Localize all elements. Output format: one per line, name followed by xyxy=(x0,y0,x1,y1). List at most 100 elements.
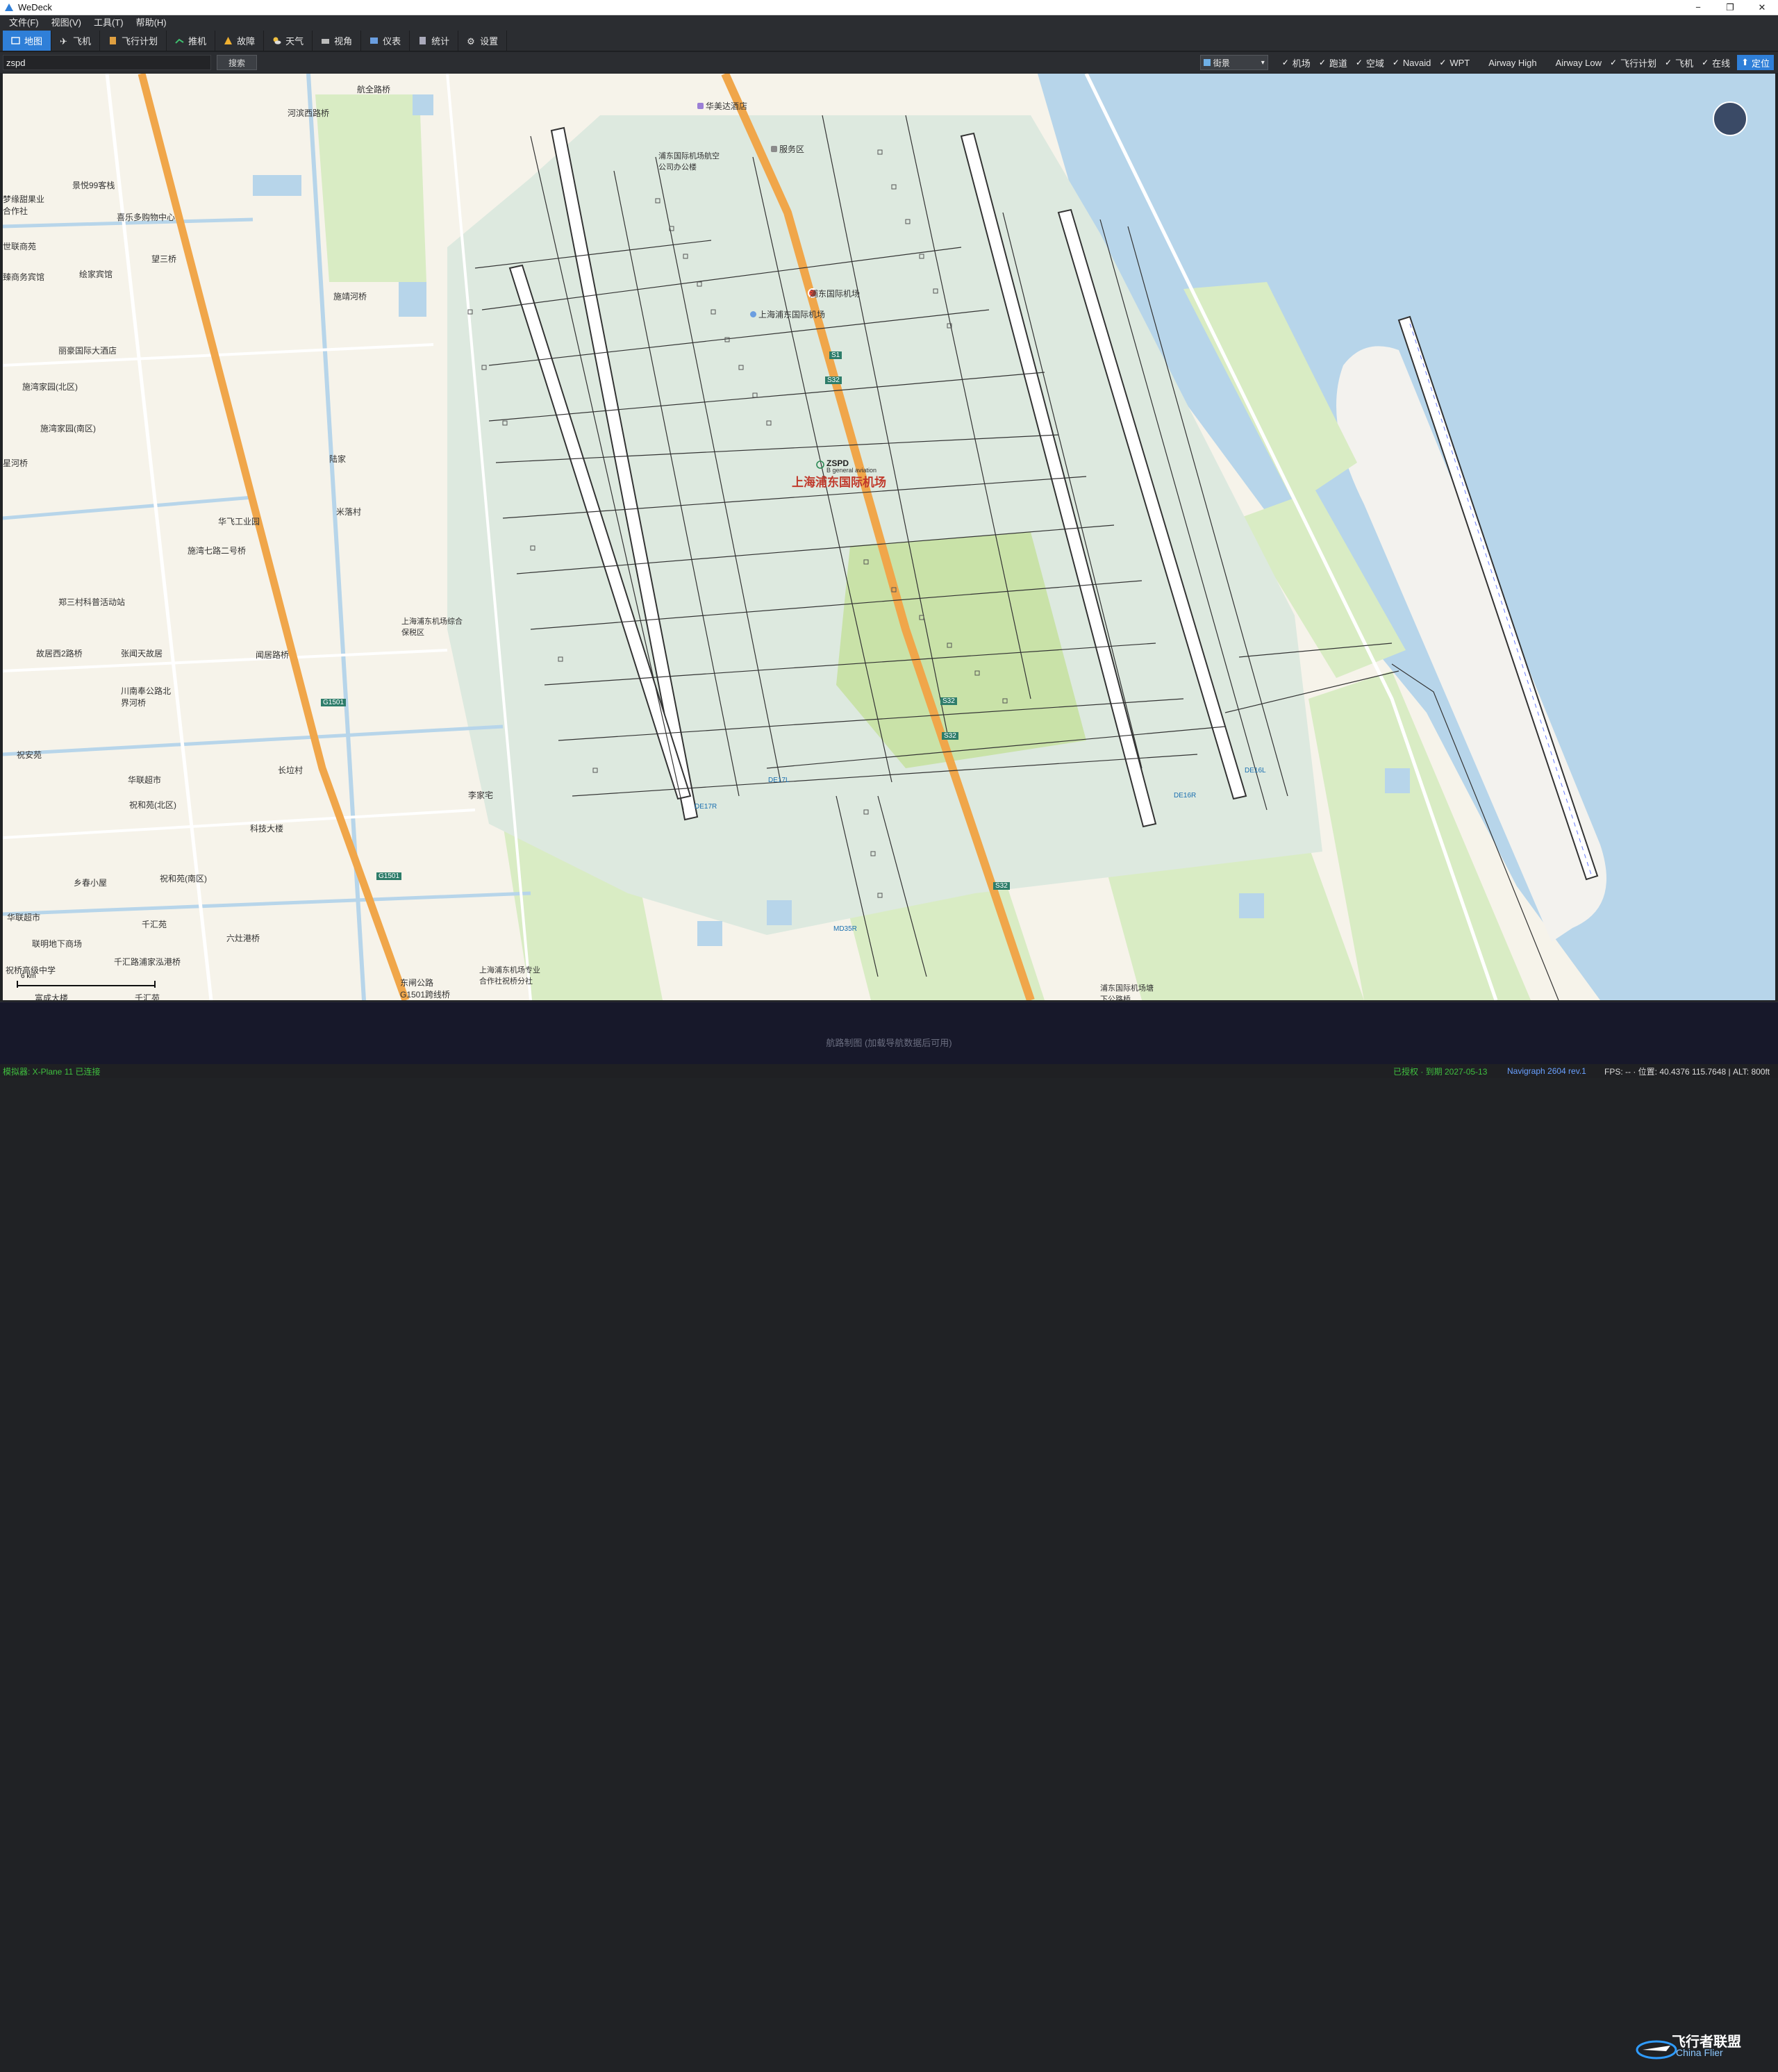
map-canvas[interactable] xyxy=(3,74,1775,1000)
place-label: 世联商苑 xyxy=(3,242,37,251)
tab-label: 设置 xyxy=(480,36,499,47)
tab-map[interactable]: 地图 xyxy=(3,31,52,51)
place-label: 六灶港桥 xyxy=(226,934,260,943)
place-label: 千汇路浦家泓港桥 xyxy=(114,957,181,967)
place-label: 施靖河桥 xyxy=(333,292,367,301)
place-label: 梦缘甜果业合作社 xyxy=(3,194,45,216)
layer-aircraft-checkbox[interactable]: ✓ 飞机 xyxy=(1665,56,1693,69)
river xyxy=(3,724,504,756)
poi-coop[interactable]: 上海浦东机场专业合作社祝桥分社 xyxy=(479,964,546,986)
place-label: 乡春小屋 xyxy=(74,878,108,888)
tab-weather[interactable]: 天气 xyxy=(264,31,313,51)
place-label: 施湾七路二号桥 xyxy=(188,546,247,556)
weather-icon xyxy=(272,36,281,45)
place-label: 东闸公路G1501跨线桥 xyxy=(400,978,451,1000)
place-label: 闻居路桥 xyxy=(256,650,290,660)
layer-online-checkbox[interactable]: ✓ 在线 xyxy=(1702,56,1730,69)
poi-airport[interactable]: 浦东国际机场 xyxy=(810,288,860,299)
tab-flightplan[interactable]: 飞行计划 xyxy=(100,31,167,51)
place-label: 星河桥 xyxy=(3,458,28,468)
tab-failures[interactable]: 故障 xyxy=(215,31,265,51)
fps-position: FPS: -- · 位置: 40.4376 115.7648 | ALT: 80… xyxy=(1604,1066,1770,1077)
check-icon: ✓ xyxy=(1610,58,1618,67)
layer-airway-low-checkbox[interactable]: Airway Low xyxy=(1545,58,1602,68)
menu-help[interactable]: 帮助(H) xyxy=(130,15,173,31)
layer-label: 机场 xyxy=(1292,58,1311,69)
layer-runway-checkbox[interactable]: ✓ 跑道 xyxy=(1319,56,1347,69)
road-shield: S32 xyxy=(942,732,958,740)
route-panel: 航路制图 (加载导航数据后可用) 飞行者联盟 China Flier xyxy=(0,1002,1778,2059)
place-label: 祝和苑(北区) xyxy=(129,800,176,810)
minimize-button[interactable]: − xyxy=(1682,0,1714,15)
basemap-select[interactable]: 街景 ▾ xyxy=(1199,55,1268,70)
maximize-button[interactable]: ❐ xyxy=(1714,0,1746,15)
hotel-icon xyxy=(697,103,704,109)
scale-tick xyxy=(17,981,18,988)
poi-service-area[interactable]: 服务区 xyxy=(771,143,804,155)
check-icon: ✓ xyxy=(1392,58,1399,67)
place-label: 长垃村 xyxy=(278,765,304,775)
route-hint: 航路制图 (加载导航数据后可用) xyxy=(826,1038,952,1048)
poi-bridge[interactable]: 浦东国际机场塘下公路桥 xyxy=(1100,982,1156,1000)
check-icon: ✓ xyxy=(1439,58,1447,67)
layer-flightplan-checkbox[interactable]: ✓ 飞行计划 xyxy=(1610,56,1656,69)
menu-bar: 文件(F) 视图(V) 工具(T) 帮助(H) xyxy=(0,15,1778,31)
layer-wpt-checkbox[interactable]: ✓ WPT xyxy=(1439,58,1470,68)
place-label: 张闻天故居 xyxy=(121,649,163,658)
river xyxy=(3,891,531,916)
place-label: 川南奉公路北界河桥 xyxy=(121,686,172,708)
place-label: 河滨西路桥 xyxy=(288,108,330,118)
menu-tools[interactable]: 工具(T) xyxy=(88,15,130,31)
search-input[interactable] xyxy=(3,55,211,70)
compass-icon[interactable] xyxy=(1713,101,1747,136)
service-icon xyxy=(771,146,777,152)
menu-view[interactable]: 视图(V) xyxy=(45,15,88,31)
tab-instruments[interactable]: 仪表 xyxy=(361,31,410,51)
tab-settings[interactable]: ⚙ 设置 xyxy=(458,31,508,51)
poi-bonded-zone[interactable]: 上海浦东机场综合保税区 xyxy=(401,615,464,638)
close-button[interactable]: ✕ xyxy=(1746,0,1778,15)
locate-label: 定位 xyxy=(1751,58,1770,69)
tab-aircraft[interactable]: ✈ 飞机 xyxy=(51,31,101,51)
menu-file[interactable]: 文件(F) xyxy=(3,15,45,31)
poi-office[interactable]: 浦东国际机场航空公司办公楼 xyxy=(658,150,721,172)
place-label: 科技大楼 xyxy=(250,824,284,834)
pond xyxy=(1385,768,1410,793)
road-shield: G1501 xyxy=(376,872,402,880)
title-bar: WeDeck − ❐ ✕ xyxy=(0,0,1778,15)
place-label: 陆家 xyxy=(329,454,347,464)
locate-button[interactable]: ⬆ 定位 xyxy=(1737,55,1774,70)
layer-label: 飞机 xyxy=(1675,58,1694,69)
logo-icon xyxy=(1636,2040,1677,2059)
place-label: 喜乐多购物中心 xyxy=(117,213,176,222)
layer-airway-high-checkbox[interactable]: Airway High xyxy=(1478,58,1536,68)
tab-pushback[interactable]: 推机 xyxy=(167,31,216,51)
tab-label: 地图 xyxy=(24,36,43,47)
place-label: 华飞工业园 xyxy=(218,517,260,527)
layer-navaid-checkbox[interactable]: ✓ Navaid xyxy=(1393,58,1431,68)
check-icon: ✓ xyxy=(1318,58,1326,67)
check-icon: ✓ xyxy=(1355,58,1363,67)
pond xyxy=(253,175,301,196)
runway-marker: MD35R xyxy=(833,925,857,933)
place-label: 祝安苑 xyxy=(17,750,42,760)
poi-airport-terminal[interactable]: 上海浦东国际机场 xyxy=(750,308,825,320)
place-label: 李家宅 xyxy=(468,790,494,800)
tab-stats[interactable]: 统计 xyxy=(410,31,459,51)
gear-icon: ⚙ xyxy=(467,36,475,47)
watermark-en: China Flier xyxy=(1676,2047,1723,2058)
layer-airport-checkbox[interactable]: ✓ 机场 xyxy=(1282,56,1311,69)
tab-camera[interactable]: 视角 xyxy=(313,31,362,51)
scale-tick xyxy=(154,981,156,988)
green-field xyxy=(315,94,426,282)
layer-label: Airway High xyxy=(1488,57,1537,68)
layer-airspace-checkbox[interactable]: ✓ 空域 xyxy=(1356,56,1384,69)
watermark-logo: 飞行者联盟 China Flier xyxy=(1636,2030,1768,2072)
map-view[interactable]: 浦东国际机场 上海浦东国际机场 服务区 华美达酒店 浦东国际机场航空公司办公楼 … xyxy=(3,74,1775,1000)
pond xyxy=(399,282,426,317)
plane-icon: ✈ xyxy=(60,36,67,47)
instrument-icon xyxy=(369,36,379,45)
poi-hotel[interactable]: 华美达酒店 xyxy=(697,100,747,112)
sim-status: 模拟器: X-Plane 11 已连接 xyxy=(3,1066,101,1077)
search-button[interactable]: 搜索 xyxy=(217,55,257,70)
